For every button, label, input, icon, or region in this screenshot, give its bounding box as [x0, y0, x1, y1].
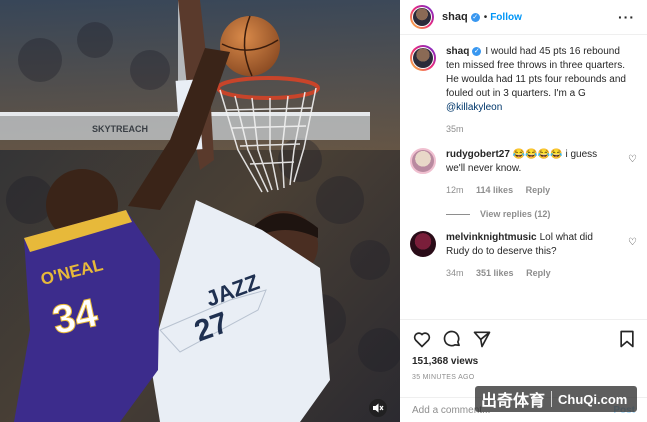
verified-badge-icon: ✓ — [472, 46, 482, 56]
post-header: shaq ✓ • Follow ··· — [400, 0, 647, 35]
more-options-icon[interactable]: ··· — [618, 10, 635, 24]
header-username[interactable]: shaq — [442, 11, 468, 23]
caption-mention[interactable]: @killakyleon — [446, 102, 502, 113]
views-count[interactable]: 151,368 views — [400, 354, 647, 367]
view-replies-button[interactable]: View replies (12) — [446, 209, 637, 219]
watermark-cn: 出奇体育 — [481, 393, 546, 410]
verified-badge-icon: ✓ — [470, 12, 480, 22]
site-watermark: 出奇体育 ChuQi.com — [475, 386, 637, 412]
comments-list: shaq ✓ I would had 45 pts 16 rebound ten m… — [400, 35, 647, 280]
comment-username[interactable]: melvinknightmusic — [446, 232, 537, 243]
avatar[interactable] — [410, 45, 436, 71]
heart-icon[interactable]: ♡ — [628, 237, 637, 248]
avatar[interactable] — [410, 231, 436, 257]
like-heart-icon[interactable] — [412, 329, 432, 349]
reply-button[interactable]: Reply — [526, 185, 551, 195]
post-media[interactable]: SKYTREACH JAZZ 27 O'NEAL 34 — [0, 0, 400, 422]
post-actions-area: 151,368 views 35 MINUTES AGO — [400, 319, 647, 381]
bookmark-icon[interactable] — [617, 329, 637, 349]
reply-button[interactable]: Reply — [526, 268, 551, 278]
comment-item: melvinknightmusic Lol what did Rudy do to… — [410, 231, 637, 280]
avatar[interactable] — [410, 5, 434, 29]
avatar[interactable] — [410, 148, 436, 174]
comment-likes[interactable]: 351 likes — [476, 268, 514, 278]
view-replies-label: View replies (12) — [480, 209, 551, 219]
backboard-text: SKYTREACH — [92, 124, 148, 134]
caption-time[interactable]: 35m — [446, 124, 464, 134]
comment-username[interactable]: rudygobert27 — [446, 149, 510, 160]
instagram-post-view: SKYTREACH JAZZ 27 O'NEAL 34 shaq ✓ • Fol… — [0, 0, 647, 422]
comment-time[interactable]: 12m — [446, 185, 464, 195]
action-bar — [400, 320, 647, 354]
watermark-en: ChuQi.com — [558, 391, 628, 407]
speaker-muted-icon[interactable] — [369, 399, 387, 417]
comment-item: rudygobert27 😂😂😂😂 i guess we'll never kno… — [410, 148, 637, 197]
heart-icon[interactable]: ♡ — [628, 154, 637, 165]
follow-button[interactable]: Follow — [490, 12, 522, 23]
post-details-panel: shaq ✓ • Follow ··· shaq ✓ I would had 45 … — [400, 0, 647, 422]
post-timestamp[interactable]: 35 MINUTES AGO — [400, 367, 647, 381]
comment-icon[interactable] — [442, 329, 462, 349]
caption-username[interactable]: shaq — [446, 46, 469, 57]
share-icon[interactable] — [472, 329, 492, 349]
divider — [551, 391, 553, 407]
dunk-illustration: SKYTREACH JAZZ 27 O'NEAL 34 — [0, 0, 400, 422]
comment-likes[interactable]: 114 likes — [476, 185, 513, 195]
comment-time[interactable]: 34m — [446, 268, 464, 278]
caption: shaq ✓ I would had 45 pts 16 rebound ten m… — [410, 45, 637, 136]
divider — [446, 213, 470, 215]
header-separator: • — [483, 11, 488, 23]
